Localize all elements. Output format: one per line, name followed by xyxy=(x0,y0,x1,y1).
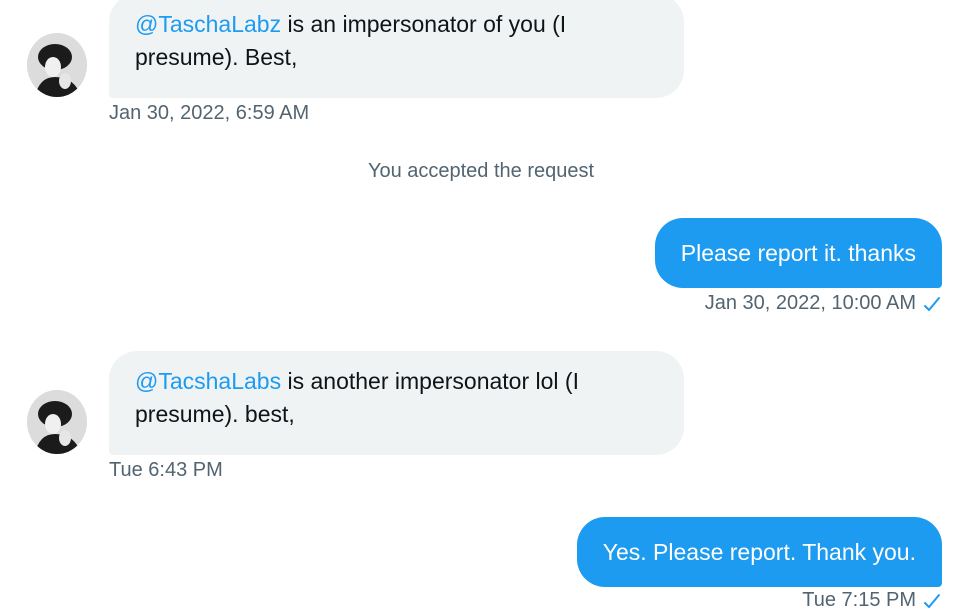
message-timestamp: Jan 30, 2022, 6:59 AM xyxy=(109,102,310,124)
message-timestamp-row: Jan 30, 2022, 10:00 AM xyxy=(705,292,942,315)
message-text: Please report it. thanks xyxy=(680,240,916,266)
message-timestamp: Tue 6:43 PM xyxy=(109,459,223,481)
incoming-message-bubble[interactable]: @TaschaLabz is an impersonator of you (I… xyxy=(109,0,684,98)
avatar-image xyxy=(27,33,87,97)
mention-link[interactable]: @TaschaLabz xyxy=(135,11,281,37)
message-timestamp-row: Tue 7:15 PM xyxy=(802,589,942,612)
message-text: Yes. Please report. Thank you. xyxy=(602,539,916,565)
system-message: You accepted the request xyxy=(367,160,595,182)
message-text: is another impersonator lol (I xyxy=(281,368,579,394)
message-text: is an impersonator of you (I xyxy=(281,11,567,37)
check-icon xyxy=(924,593,940,608)
mention-link[interactable]: @TacshaLabs xyxy=(135,368,281,394)
message-text: presume). best, xyxy=(135,401,295,427)
message-text: presume). Best, xyxy=(135,44,298,70)
avatar[interactable] xyxy=(27,33,87,97)
message-timestamp: Jan 30, 2022, 10:00 AM xyxy=(704,292,916,314)
avatar-image xyxy=(27,390,87,454)
avatar[interactable] xyxy=(27,390,87,454)
message-timestamp: Tue 7:15 PM xyxy=(802,589,916,611)
incoming-message-bubble[interactable]: @TacshaLabs is another impersonator lol … xyxy=(109,351,684,455)
outgoing-message-bubble[interactable]: Please report it. thanks xyxy=(654,218,942,288)
outgoing-message-bubble[interactable]: Yes. Please report. Thank you. xyxy=(576,517,942,587)
check-icon xyxy=(924,296,940,311)
